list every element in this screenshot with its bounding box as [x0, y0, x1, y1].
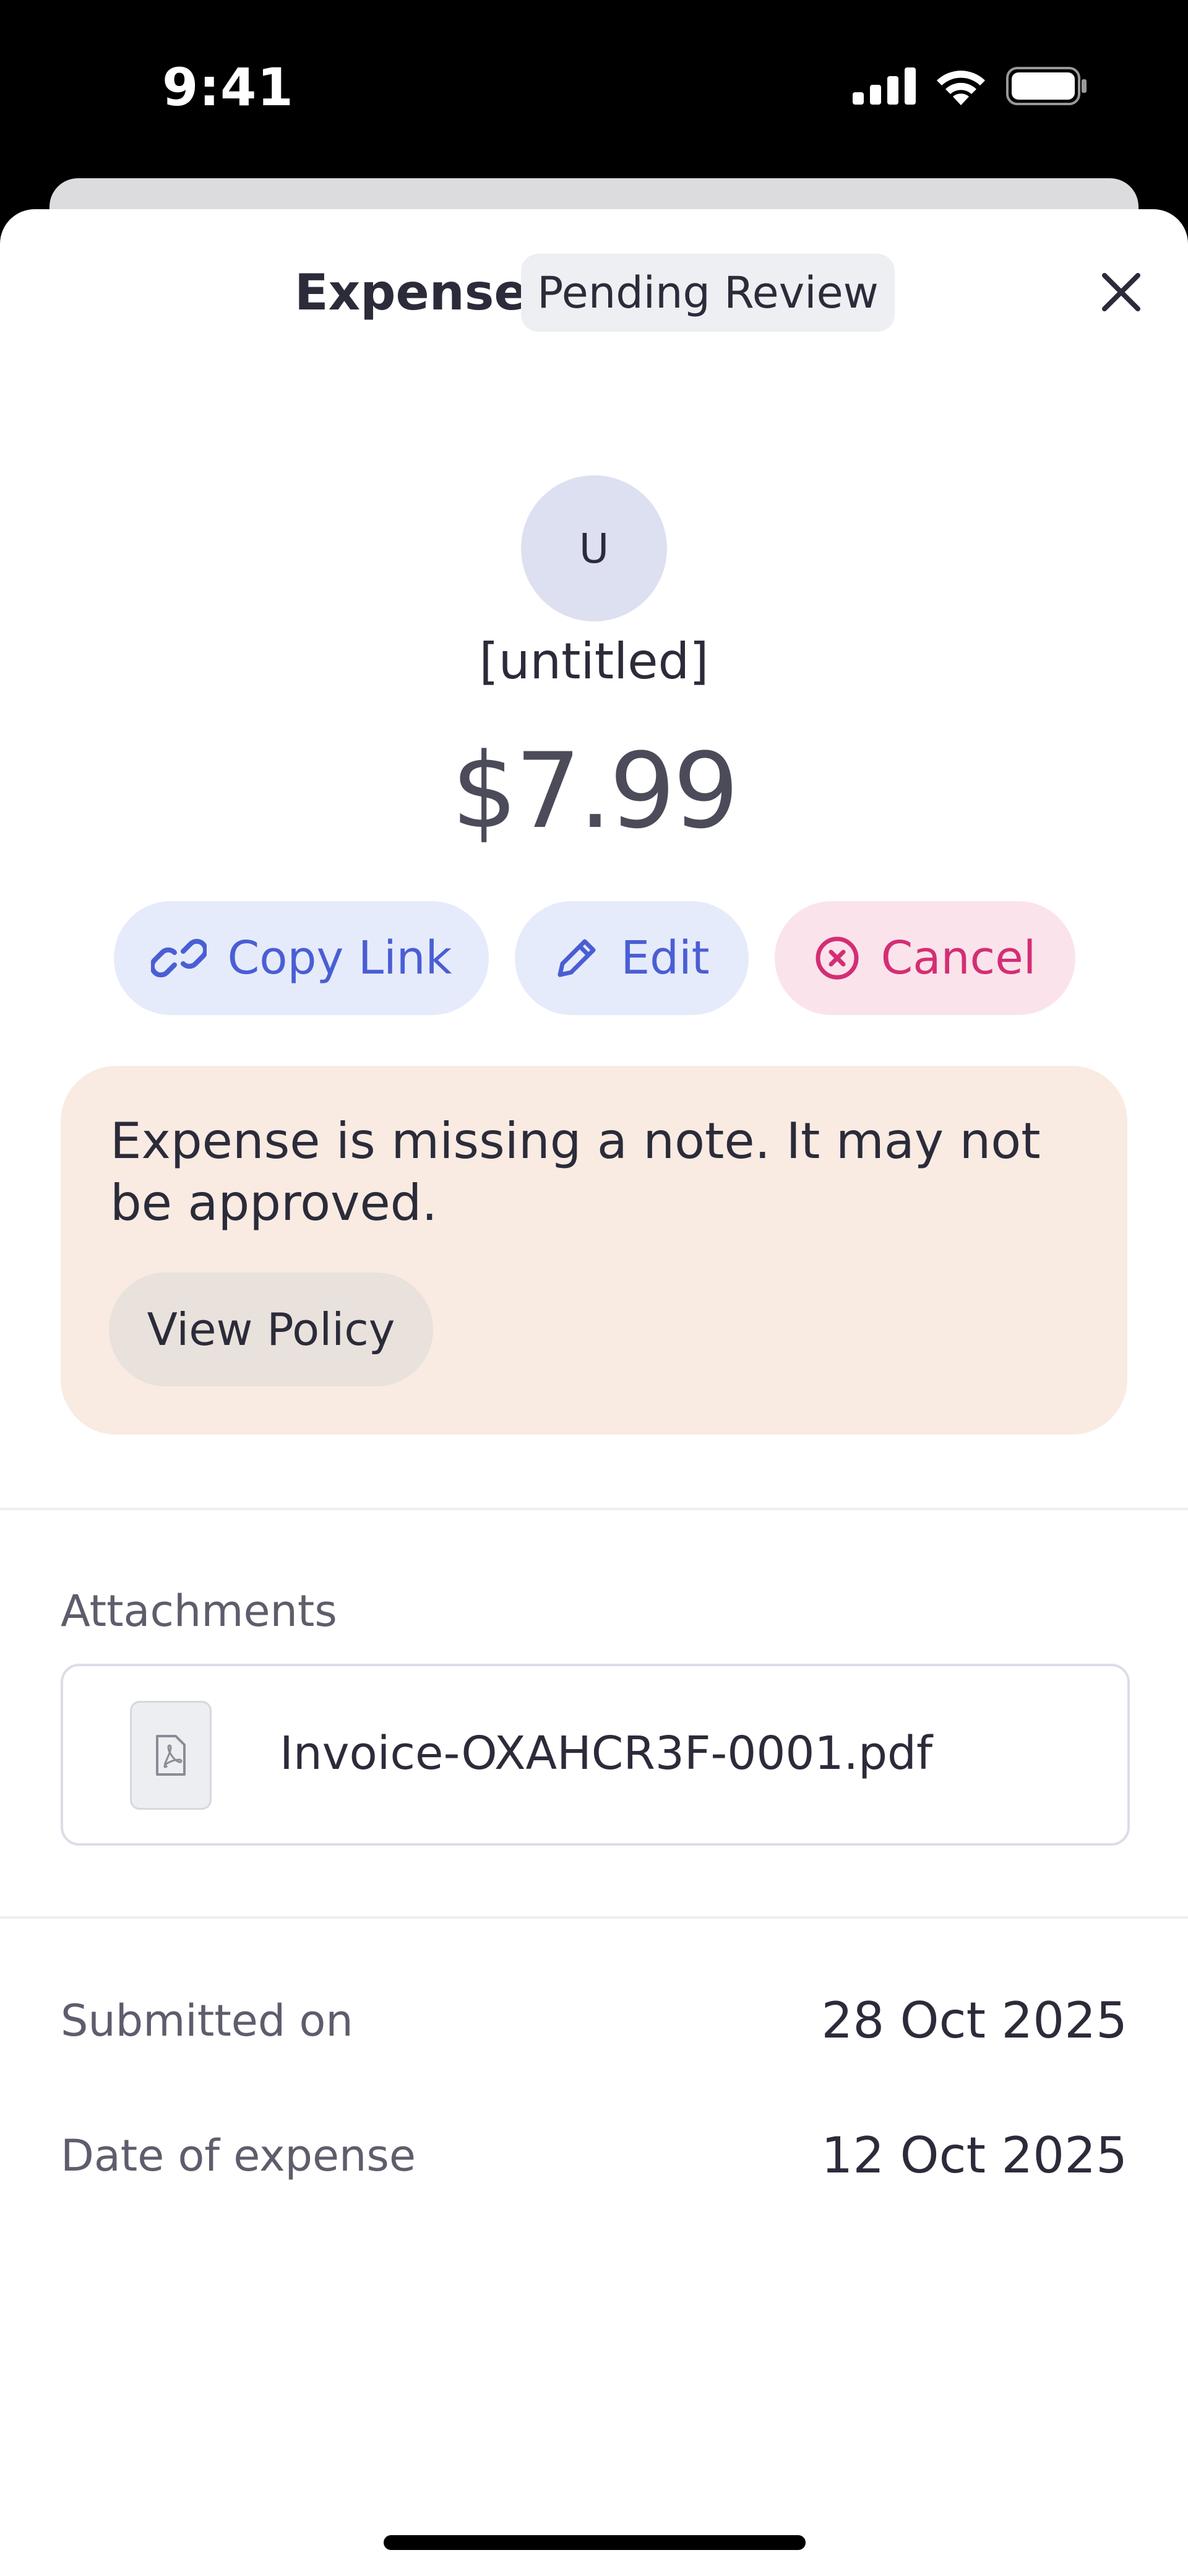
- cancel-circle-icon: [816, 936, 859, 980]
- divider: [0, 1916, 1188, 1919]
- submitted-on-label: Submitted on: [61, 1995, 353, 2046]
- warning-message: Expense is missing a note. It may not be…: [110, 1112, 1041, 1232]
- cancel-label: Cancel: [880, 931, 1036, 985]
- submitted-on-row: Submitted on 28 Oct 2025: [61, 1992, 1127, 2049]
- link-icon: [150, 938, 207, 978]
- edit-label: Edit: [621, 931, 710, 985]
- attachments-heading: Attachments: [61, 1586, 337, 1636]
- attachment-item[interactable]: Invoice-OXAHCR3F-0001.pdf: [61, 1664, 1130, 1846]
- status-badge: Pending Review: [521, 254, 895, 332]
- home-indicator: [384, 2535, 806, 2550]
- page-title: Expense: [295, 264, 528, 321]
- status-time: 9:41: [162, 57, 294, 118]
- close-button[interactable]: [1091, 262, 1151, 322]
- cellular-signal-icon: [853, 67, 916, 105]
- status-bar: 9:41: [0, 0, 1188, 179]
- merchant-name: [untitled]: [479, 633, 709, 690]
- wifi-icon: [937, 71, 985, 105]
- close-icon: [1102, 273, 1140, 311]
- battery-icon: [1006, 67, 1087, 105]
- avatar: U: [521, 475, 667, 621]
- attachment-file-name: Invoice-OXAHCR3F-0001.pdf: [280, 1727, 933, 1780]
- date-of-expense-value: 12 Oct 2025: [821, 2127, 1127, 2184]
- missing-note-warning: Expense is missing a note. It may not be…: [61, 1066, 1127, 1435]
- pencil-icon: [557, 939, 596, 977]
- copy-link-label: Copy Link: [227, 931, 452, 985]
- edit-button[interactable]: Edit: [515, 901, 749, 1015]
- date-of-expense-row: Date of expense 12 Oct 2025: [61, 2127, 1127, 2184]
- cancel-button[interactable]: Cancel: [775, 901, 1075, 1015]
- status-icons: [853, 67, 1089, 105]
- submitted-on-value: 28 Oct 2025: [821, 1992, 1127, 2049]
- date-of-expense-label: Date of expense: [61, 2130, 416, 2181]
- pdf-file-icon: [130, 1701, 212, 1810]
- view-policy-button[interactable]: View Policy: [109, 1273, 433, 1386]
- copy-link-button[interactable]: Copy Link: [114, 901, 489, 1015]
- divider: [0, 1508, 1188, 1510]
- expense-amount: $7.99: [451, 730, 739, 852]
